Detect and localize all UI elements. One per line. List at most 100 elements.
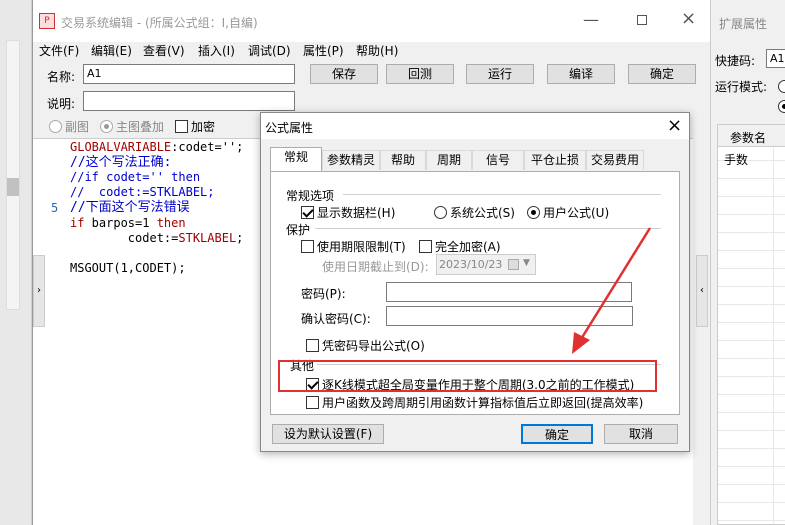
maximize-icon[interactable]: [637, 15, 647, 25]
full-encrypt-checkbox[interactable]: [419, 240, 432, 253]
calendar-icon[interactable]: [508, 259, 519, 270]
group-protect-title: 保护: [286, 223, 311, 237]
left-scroll-thumb[interactable]: [7, 178, 19, 196]
tab-param-wizard[interactable]: 参数精灵: [322, 150, 380, 170]
code-keyword: then: [156, 216, 186, 230]
close-icon[interactable]: ×: [681, 8, 696, 29]
user-func-checkbox[interactable]: [306, 396, 319, 409]
tab-trade-fee[interactable]: 交易费用: [586, 150, 644, 170]
code-text: codet:=: [70, 231, 179, 245]
dialog-ok-button[interactable]: 确定: [521, 424, 593, 444]
user-func-label: 用户函数及跨周期引用函数计算指标值后立即返回(提高效率): [322, 396, 644, 410]
main-overlay-label: 主图叠加: [116, 120, 165, 134]
use-expiry-label: 使用期限限制(T): [317, 240, 406, 254]
save-button[interactable]: 保存: [310, 64, 378, 84]
code-text: barpos=1: [84, 216, 157, 230]
export-password-checkbox[interactable]: [306, 339, 319, 352]
run-mode-radio-1[interactable]: [778, 80, 785, 93]
sub-chart-radio[interactable]: [49, 120, 62, 133]
user-func-option[interactable]: 用户函数及跨周期引用函数计算指标值后立即返回(提高效率): [306, 394, 643, 411]
system-formula-label: 系统公式(S): [450, 206, 515, 220]
code-line-7: codet:=STKLABEL;: [70, 231, 244, 246]
tab-general[interactable]: 常规: [270, 147, 322, 172]
system-formula-option[interactable]: 系统公式(S): [434, 204, 515, 221]
dialog-cancel-button[interactable]: 取消: [604, 424, 678, 444]
tab-signal[interactable]: 信号: [472, 150, 524, 170]
tab-period[interactable]: 周期: [426, 150, 472, 170]
system-formula-radio[interactable]: [434, 206, 447, 219]
use-expiry-checkbox[interactable]: [301, 240, 314, 253]
run-mode-radio-2[interactable]: [778, 100, 785, 113]
run-button[interactable]: 运行: [466, 64, 534, 84]
expiry-date-value: 2023/10/23: [439, 258, 503, 271]
use-expiry-option[interactable]: 使用期限限制(T): [301, 238, 406, 255]
menu-edit[interactable]: 编辑(E): [91, 42, 132, 59]
code-text: :codet='';: [171, 140, 244, 154]
encrypt-option[interactable]: 加密: [175, 118, 215, 135]
code-line-6: if barpos=1 then: [70, 216, 186, 231]
code-keyword: GLOBALVARIABLE: [70, 140, 172, 154]
group-general-line: [343, 194, 661, 195]
tab-help[interactable]: 帮助: [380, 150, 426, 170]
main-overlay-option[interactable]: 主图叠加: [100, 118, 164, 135]
title-bar: P 交易系统编辑 - (所属公式组：I,自编) — ×: [33, 0, 711, 42]
expiry-date-picker[interactable]: 2023/10/23 ▼: [436, 254, 536, 275]
splitter-right[interactable]: ‹: [696, 255, 708, 327]
set-default-button[interactable]: 设为默认设置(F): [272, 424, 384, 444]
annotation-arrow: [572, 227, 652, 354]
param-header-name: 参数名: [730, 131, 767, 145]
code-keyword: if: [70, 216, 85, 230]
param-row-name: 手数: [724, 153, 749, 167]
backtest-button[interactable]: 回测: [386, 64, 454, 84]
menu-view[interactable]: 查看(V): [143, 42, 185, 59]
menu-file[interactable]: 文件(F): [39, 42, 79, 59]
show-data-bar-option[interactable]: 显示数据栏(H): [301, 204, 395, 221]
splitter-left[interactable]: ›: [33, 255, 45, 327]
annotation-highlight-box: [278, 360, 657, 392]
user-formula-radio[interactable]: [527, 206, 540, 219]
desc-input[interactable]: [83, 91, 295, 111]
user-formula-option[interactable]: 用户公式(U): [527, 204, 609, 221]
encrypt-checkbox[interactable]: [175, 120, 188, 133]
sub-chart-option[interactable]: 副图: [49, 118, 89, 135]
dialog-title: 公式属性: [265, 121, 314, 135]
desc-label: 说明:: [47, 97, 76, 111]
code-line-5: //下面这个写法错误: [70, 200, 190, 215]
code-line-1: GLOBALVARIABLE:codet='';: [70, 140, 243, 155]
show-data-bar-checkbox[interactable]: [301, 206, 314, 219]
name-input[interactable]: A1: [83, 64, 295, 84]
tab-stoploss[interactable]: 平仓止损: [524, 150, 586, 170]
app-icon: P: [39, 13, 55, 29]
full-encrypt-label: 完全加密(A): [435, 240, 501, 254]
shortcut-input[interactable]: A1: [766, 49, 785, 68]
shortcut-label: 快捷码:: [715, 54, 756, 68]
compile-button[interactable]: 编译: [547, 64, 615, 84]
encrypt-label: 加密: [191, 120, 216, 134]
export-password-label: 凭密码导出公式(O): [322, 339, 425, 353]
group-general-title: 常规选项: [286, 189, 335, 203]
main-overlay-radio[interactable]: [100, 120, 113, 133]
confirm-button[interactable]: 确定: [628, 64, 696, 84]
dialog-title-bar: 公式属性 ×: [261, 113, 689, 139]
menu-help[interactable]: 帮助(H): [356, 42, 398, 59]
menu-debug[interactable]: 调试(D): [248, 42, 291, 59]
full-encrypt-option[interactable]: 完全加密(A): [419, 238, 501, 255]
password-label: 密码(P):: [301, 287, 346, 301]
chevron-down-icon[interactable]: ▼: [523, 258, 530, 268]
menu-insert[interactable]: 插入(I): [198, 42, 235, 59]
show-data-bar-label: 显示数据栏(H): [317, 206, 396, 220]
code-text: ;: [236, 231, 244, 245]
export-password-option[interactable]: 凭密码导出公式(O): [306, 337, 425, 354]
code-line-2: //这个写法正确:: [70, 155, 172, 170]
code-line-4: // codet:=STKLABEL;: [70, 185, 215, 199]
left-scrollbar[interactable]: [6, 40, 20, 310]
menu-properties[interactable]: 属性(P): [303, 42, 344, 59]
confirm-password-label: 确认密码(C):: [301, 312, 371, 326]
dialog-close-icon[interactable]: ×: [667, 115, 682, 136]
expiry-date-label: 使用日期截止到(D):: [322, 260, 429, 274]
line-number: 5: [51, 201, 59, 215]
minimize-icon[interactable]: —: [583, 10, 599, 29]
user-formula-label: 用户公式(U): [543, 206, 610, 220]
sub-chart-label: 副图: [65, 120, 90, 134]
code-keyword: STKLABEL: [178, 231, 237, 245]
